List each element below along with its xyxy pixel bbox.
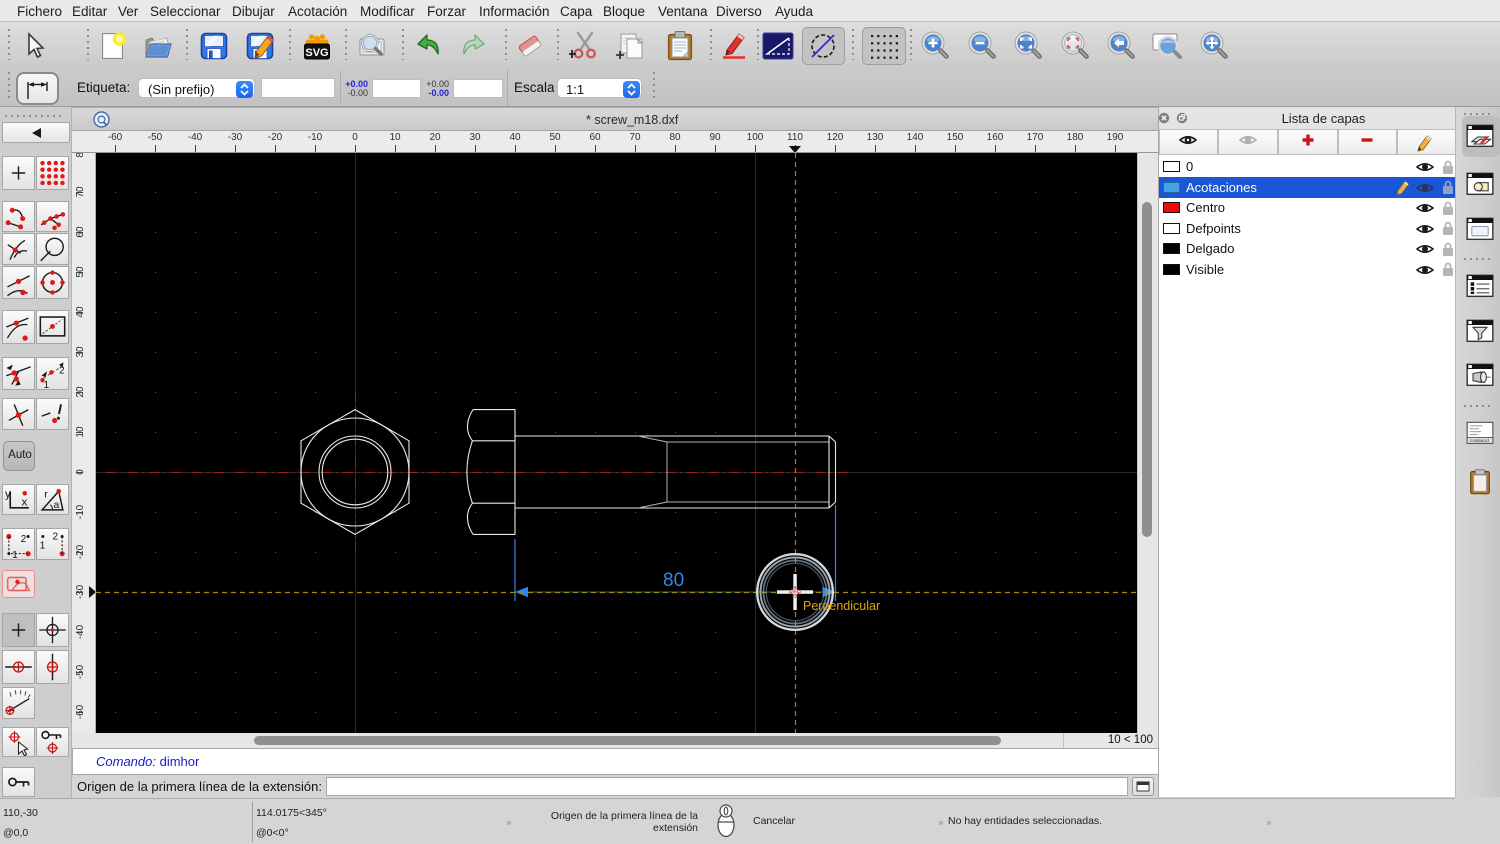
svg-text:Perpendicular: Perpendicular	[803, 599, 880, 613]
svg-text:x: x	[22, 497, 28, 509]
svg-text:1: 1	[44, 380, 50, 389]
svg-text:SVG: SVG	[305, 47, 328, 59]
svg-text:2: 2	[21, 534, 27, 545]
svg-text:a: a	[54, 500, 60, 511]
svg-text:command: command	[1470, 438, 1490, 444]
svg-text:r: r	[44, 489, 48, 500]
svg-text:1: 1	[40, 540, 46, 551]
svg-text:y: y	[5, 488, 11, 500]
svg-text:2: 2	[53, 532, 59, 543]
svg-text:1: 1	[12, 550, 18, 559]
svg-text:2: 2	[59, 366, 65, 377]
svg-text:80: 80	[663, 570, 684, 591]
